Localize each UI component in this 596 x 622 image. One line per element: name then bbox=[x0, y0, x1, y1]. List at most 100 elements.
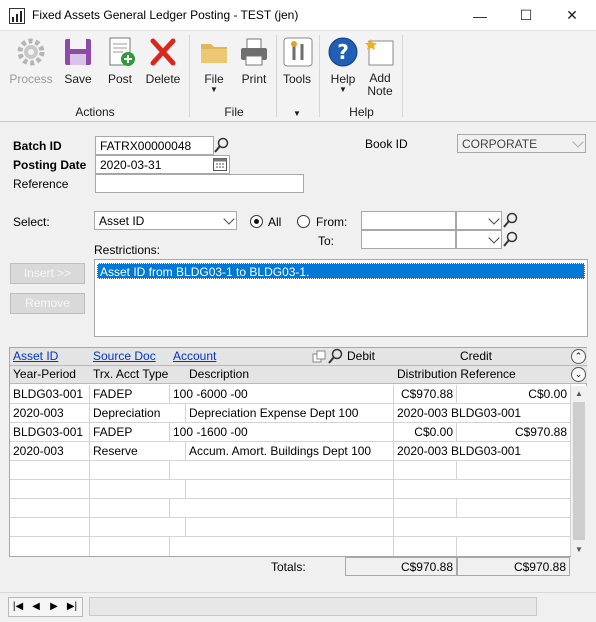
app-icon bbox=[9, 8, 25, 24]
next-record-icon[interactable]: ▶ bbox=[47, 600, 61, 614]
chevron-down-icon: ▼ bbox=[293, 109, 301, 118]
remove-button[interactable]: Remove bbox=[10, 293, 85, 314]
tools-icon bbox=[281, 35, 315, 69]
book-id-label: Book ID bbox=[365, 137, 408, 151]
posting-date-field[interactable]: 2020-03-31 bbox=[95, 155, 230, 174]
lookup-icon[interactable] bbox=[503, 231, 519, 247]
col-trx-acct-type: Trx. Acct Type bbox=[90, 366, 186, 384]
select-label: Select: bbox=[13, 215, 50, 229]
add-note-icon bbox=[363, 35, 397, 69]
to-label: To: bbox=[318, 234, 335, 248]
delete-button[interactable]: Delete bbox=[143, 35, 183, 86]
table-row[interactable]: 2020-003 Depreciation Depreciation Expen… bbox=[10, 404, 571, 423]
maximize-button[interactable]: ☐ bbox=[503, 0, 549, 31]
scrollbar-thumb[interactable] bbox=[573, 402, 585, 540]
from-field[interactable] bbox=[361, 211, 456, 230]
reference-field[interactable] bbox=[95, 174, 304, 193]
batch-id-label: Batch ID bbox=[13, 139, 62, 153]
table-row[interactable] bbox=[10, 461, 571, 480]
file-group-label: File bbox=[224, 105, 244, 119]
all-radio[interactable] bbox=[250, 215, 263, 228]
from-radio[interactable] bbox=[297, 215, 310, 228]
lookup-icon[interactable] bbox=[214, 137, 230, 153]
table-row[interactable] bbox=[10, 499, 571, 518]
window-title: Fixed Assets General Ledger Posting - TE… bbox=[32, 8, 299, 22]
col-asset-id[interactable]: Asset ID bbox=[10, 348, 90, 366]
table-row[interactable]: BLDG03-001 FADEP 100 -1600 -00 C$0.00 C$… bbox=[10, 423, 571, 442]
total-debit: C$970.88 bbox=[345, 557, 457, 576]
help-icon: ? bbox=[326, 35, 360, 69]
chevron-down-icon: ⌄ bbox=[571, 367, 586, 382]
chevron-down-icon: ▼ bbox=[210, 85, 218, 94]
ribbon-separator bbox=[189, 35, 190, 117]
from-label: From: bbox=[316, 215, 348, 229]
expand-icon[interactable] bbox=[310, 348, 328, 366]
all-label: All bbox=[268, 215, 282, 229]
table-row[interactable]: 2020-003 Reserve Accum. Amort. Buildings… bbox=[10, 442, 571, 461]
posting-date-label: Posting Date bbox=[13, 158, 87, 172]
chevron-up-icon: ⌃ bbox=[571, 349, 586, 364]
actions-group-label: Actions bbox=[75, 105, 115, 119]
save-icon bbox=[61, 35, 95, 69]
minimize-button[interactable]: — bbox=[457, 0, 503, 31]
ribbon-separator bbox=[319, 35, 320, 117]
table-row[interactable] bbox=[10, 480, 571, 499]
process-button[interactable]: Process bbox=[8, 35, 54, 86]
file-menu-button[interactable]: File ▼ bbox=[196, 35, 232, 94]
delete-icon bbox=[146, 35, 180, 69]
save-button[interactable]: Save bbox=[60, 35, 96, 86]
restrictions-label: Restrictions: bbox=[94, 243, 161, 257]
add-note-button[interactable]: Add Note bbox=[362, 35, 398, 98]
col-credit: Credit bbox=[457, 348, 571, 366]
calendar-icon[interactable] bbox=[213, 157, 229, 173]
col-source-doc[interactable]: Source Doc bbox=[90, 348, 170, 366]
to-dropdown[interactable] bbox=[456, 230, 502, 249]
printer-icon bbox=[237, 35, 271, 69]
expand-rows-button[interactable]: ⌄ bbox=[571, 366, 587, 384]
lookup-icon[interactable] bbox=[328, 348, 344, 366]
from-dropdown[interactable] bbox=[456, 211, 502, 230]
table-row[interactable] bbox=[10, 518, 571, 537]
close-button[interactable]: ✕ bbox=[549, 0, 595, 31]
post-icon bbox=[103, 35, 137, 69]
select-dropdown[interactable]: Asset ID bbox=[94, 211, 237, 230]
chevron-down-icon: ▼ bbox=[339, 85, 347, 94]
collapse-rows-button[interactable]: ⌃ bbox=[571, 348, 587, 366]
last-record-icon[interactable]: ▶| bbox=[65, 600, 79, 614]
previous-record-icon[interactable]: ◀ bbox=[29, 600, 43, 614]
title-bar: Fixed Assets General Ledger Posting - TE… bbox=[0, 0, 596, 31]
batch-id-field[interactable]: FATRX00000048 bbox=[95, 136, 214, 155]
total-credit: C$970.88 bbox=[457, 557, 570, 576]
insert-button[interactable]: Insert >> bbox=[10, 263, 85, 284]
col-year-period: Year-Period bbox=[10, 366, 90, 384]
to-field[interactable] bbox=[361, 230, 456, 249]
svg-text:?: ? bbox=[337, 40, 349, 64]
col-debit: Debit bbox=[344, 348, 457, 366]
help-menu-button[interactable]: ? Help ▼ bbox=[325, 35, 361, 94]
restrictions-list[interactable]: Asset ID from BLDG03-1 to BLDG03-1. bbox=[94, 259, 588, 337]
book-id-dropdown[interactable]: CORPORATE bbox=[457, 134, 586, 153]
chevron-down-icon bbox=[488, 232, 500, 244]
restriction-item[interactable]: Asset ID from BLDG03-1 to BLDG03-1. bbox=[97, 263, 585, 279]
record-navigation: |◀ ◀ ▶ ▶| bbox=[8, 597, 83, 617]
print-button[interactable]: Print bbox=[236, 35, 272, 86]
chevron-down-icon bbox=[572, 136, 584, 148]
chevron-down-icon bbox=[488, 213, 500, 225]
col-account[interactable]: Account bbox=[170, 348, 310, 366]
lookup-icon[interactable] bbox=[503, 212, 519, 228]
help-group-label: Help bbox=[349, 105, 374, 119]
ribbon-toolbar: Process Save Post Delete Actions File ▼ … bbox=[0, 31, 596, 122]
chevron-down-icon bbox=[223, 213, 235, 225]
table-row[interactable] bbox=[10, 537, 571, 556]
chevron-up-icon[interactable]: ▲ bbox=[575, 389, 583, 398]
status-field bbox=[89, 597, 537, 616]
chevron-down-icon[interactable]: ▼ bbox=[575, 545, 583, 554]
post-button[interactable]: Post bbox=[102, 35, 138, 86]
table-row[interactable]: BLDG03-001 FADEP 100 -6000 -00 C$970.88 … bbox=[10, 385, 571, 404]
vertical-scrollbar[interactable]: ▲ ▼ bbox=[571, 386, 587, 557]
status-bar: |◀ ◀ ▶ ▶| bbox=[0, 592, 596, 622]
gear-icon bbox=[14, 35, 48, 69]
ribbon-separator bbox=[402, 35, 403, 117]
first-record-icon[interactable]: |◀ bbox=[11, 600, 25, 614]
tools-menu-button[interactable]: Tools bbox=[281, 35, 313, 86]
